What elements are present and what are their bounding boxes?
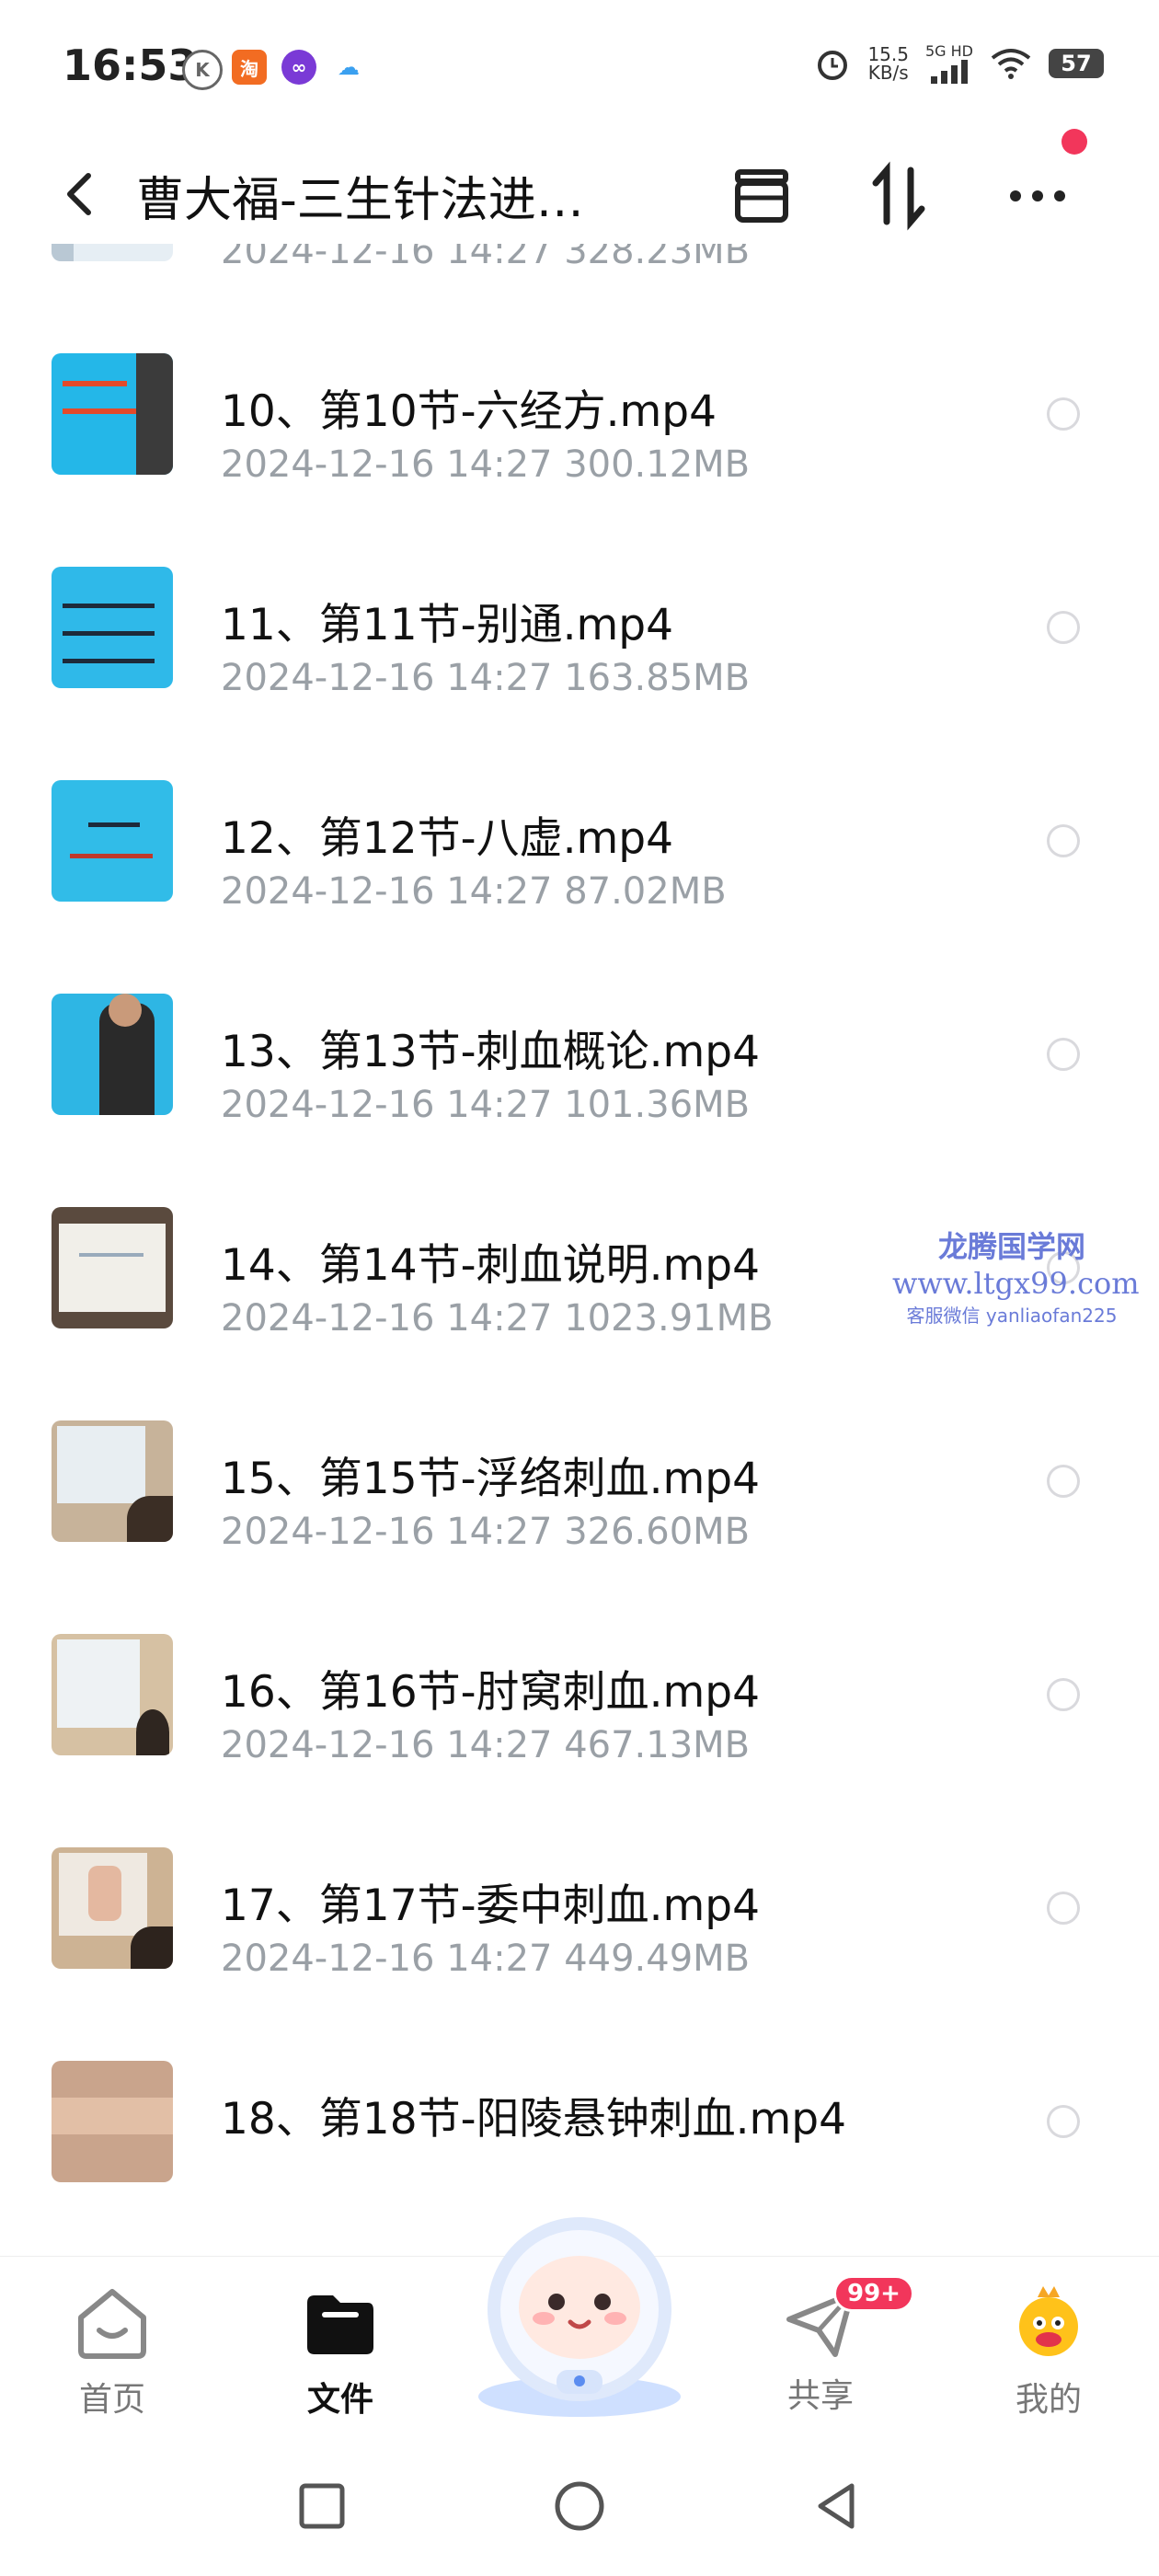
file-row[interactable]: 10、第10节-六经方.mp4 2024-12-16 14:27 300.12M… — [0, 322, 1159, 535]
back-triangle-icon[interactable] — [809, 2478, 865, 2534]
select-radio[interactable] — [1047, 2105, 1080, 2138]
notification-dot — [1061, 129, 1087, 155]
file-name: 11、第11节-别通.mp4 — [221, 600, 674, 650]
nav-share[interactable]: 99+ 共享 — [747, 2275, 914, 2417]
battery-indicator: 57 — [1049, 48, 1104, 78]
watermark: 龙腾国学网 www.ltgx99.com 客服微信 yanliaofan225 — [892, 1224, 1140, 1328]
cloud-app-icon: ☁ — [338, 54, 360, 80]
file-meta: 2024-12-16 14:27 1023.91MB — [221, 1297, 774, 1340]
file-row[interactable]: 12、第12节-八虚.mp4 2024-12-16 14:27 87.02MB — [0, 749, 1159, 962]
watermark-line3: 客服微信 yanliaofan225 — [906, 1305, 1118, 1327]
video-thumbnail — [52, 1847, 173, 1969]
select-radio[interactable] — [1047, 1038, 1080, 1071]
file-meta: 2024-12-16 14:27 467.13MB — [221, 1724, 751, 1766]
video-thumbnail — [52, 1420, 173, 1542]
system-nav-bar — [0, 2440, 1159, 2576]
file-name: 17、第17节-委中刺血.mp4 — [221, 1880, 761, 1931]
nav-label: 文件 — [306, 2381, 373, 2419]
file-meta: 2024-12-16 14:27 101.36MB — [221, 1084, 751, 1126]
net-speed-value: 15.5 — [867, 42, 909, 65]
top-bar: 曹大福-三生针法进… — [0, 143, 1159, 244]
status-bar: 16:53 K 淘 ∞ ☁ 15.5 KB/s 5G HD 57 — [0, 0, 1159, 129]
more-icon[interactable] — [1003, 161, 1073, 231]
net-speed-unit: KB/s — [867, 61, 909, 84]
video-thumbnail — [52, 994, 173, 1115]
file-name: 15、第15节-浮络刺血.mp4 — [221, 1454, 761, 1504]
status-time: 16:53 — [63, 40, 198, 90]
nav-label: 首页 — [78, 2381, 145, 2419]
file-row[interactable]: 11、第11节-别通.mp4 2024-12-16 14:27 163.85MB — [0, 535, 1159, 749]
video-thumbnail — [52, 2061, 173, 2182]
assistant-mascot-icon[interactable] — [465, 2199, 694, 2420]
nav-home[interactable]: 首页 — [39, 2284, 186, 2421]
status-right: 15.5 KB/s 5G HD 57 — [814, 42, 1104, 84]
file-meta: 2024-12-16 14:27 449.49MB — [221, 1938, 751, 1980]
home-circle-icon[interactable] — [552, 2478, 607, 2534]
file-row[interactable]: 16、第16节-肘窝刺血.mp4 2024-12-16 14:27 467.13… — [0, 1603, 1159, 1816]
network-type: 5G HD — [924, 42, 973, 60]
file-meta: 2024-12-16 14:27 300.12MB — [221, 443, 751, 486]
folder-icon — [307, 2295, 373, 2354]
wifi-icon — [991, 48, 1031, 79]
select-radio[interactable] — [1047, 397, 1080, 431]
page-title: 曹大福-三生针法进… — [136, 173, 584, 228]
profile-mascot-icon — [1019, 2286, 1078, 2356]
select-radio[interactable] — [1047, 1892, 1080, 1925]
nav-label: 我的 — [1015, 2381, 1082, 2419]
share-badge: 99+ — [833, 2275, 914, 2312]
file-name: 14、第14节-刺血说明.mp4 — [221, 1240, 761, 1291]
watermark-line1: 龙腾国学网 — [937, 1229, 1085, 1264]
infinity-app-icon: ∞ — [281, 50, 316, 85]
file-name: 13、第13节-刺血概论.mp4 — [221, 1027, 761, 1077]
video-thumbnail — [52, 567, 173, 688]
alarm-icon — [818, 50, 848, 80]
file-row[interactable]: 17、第17节-委中刺血.mp4 2024-12-16 14:27 449.49… — [0, 1816, 1159, 2030]
select-radio[interactable] — [1047, 824, 1080, 857]
share-icon-wrap: 99+ — [782, 2275, 914, 2362]
net-speed: 15.5 KB/s — [867, 45, 909, 82]
nav-files[interactable]: 文件 — [267, 2284, 414, 2421]
file-meta: 2024-12-16 14:27 163.85MB — [221, 657, 751, 699]
archive-icon[interactable] — [727, 161, 797, 231]
back-icon[interactable] — [53, 167, 109, 222]
video-thumbnail — [52, 1634, 173, 1755]
file-name: 18、第18节-阳陵悬钟刺血.mp4 — [221, 2094, 847, 2145]
recents-icon[interactable] — [294, 2478, 350, 2534]
home-icon — [78, 2289, 146, 2359]
video-thumbnail — [52, 353, 173, 475]
sort-icon[interactable] — [865, 161, 935, 231]
select-radio[interactable] — [1047, 1678, 1080, 1711]
file-row[interactable]: 13、第13节-刺血概论.mp4 2024-12-16 14:27 101.36… — [0, 962, 1159, 1176]
file-name: 12、第12节-八虚.mp4 — [221, 813, 674, 864]
nav-me[interactable]: 我的 — [975, 2284, 1122, 2421]
file-name: 16、第16节-肘窝刺血.mp4 — [221, 1667, 761, 1718]
k-circle-icon: K — [182, 50, 223, 90]
signal-block: 5G HD — [925, 42, 973, 84]
select-radio[interactable] — [1047, 611, 1080, 644]
watermark-line2: www.ltgx99.com — [892, 1266, 1140, 1301]
file-meta: 2024-12-16 14:27 87.02MB — [221, 870, 727, 913]
signal-icon — [930, 60, 968, 84]
file-name: 10、第10节-六经方.mp4 — [221, 386, 717, 437]
video-thumbnail — [52, 1207, 173, 1328]
nav-label: 共享 — [786, 2377, 854, 2415]
file-meta: 2024-12-16 14:27 326.60MB — [221, 1511, 751, 1553]
video-thumbnail — [52, 780, 173, 902]
file-row[interactable]: 15、第15节-浮络刺血.mp4 2024-12-16 14:27 326.60… — [0, 1389, 1159, 1603]
taobao-icon: 淘 — [232, 50, 267, 85]
select-radio[interactable] — [1047, 1465, 1080, 1498]
